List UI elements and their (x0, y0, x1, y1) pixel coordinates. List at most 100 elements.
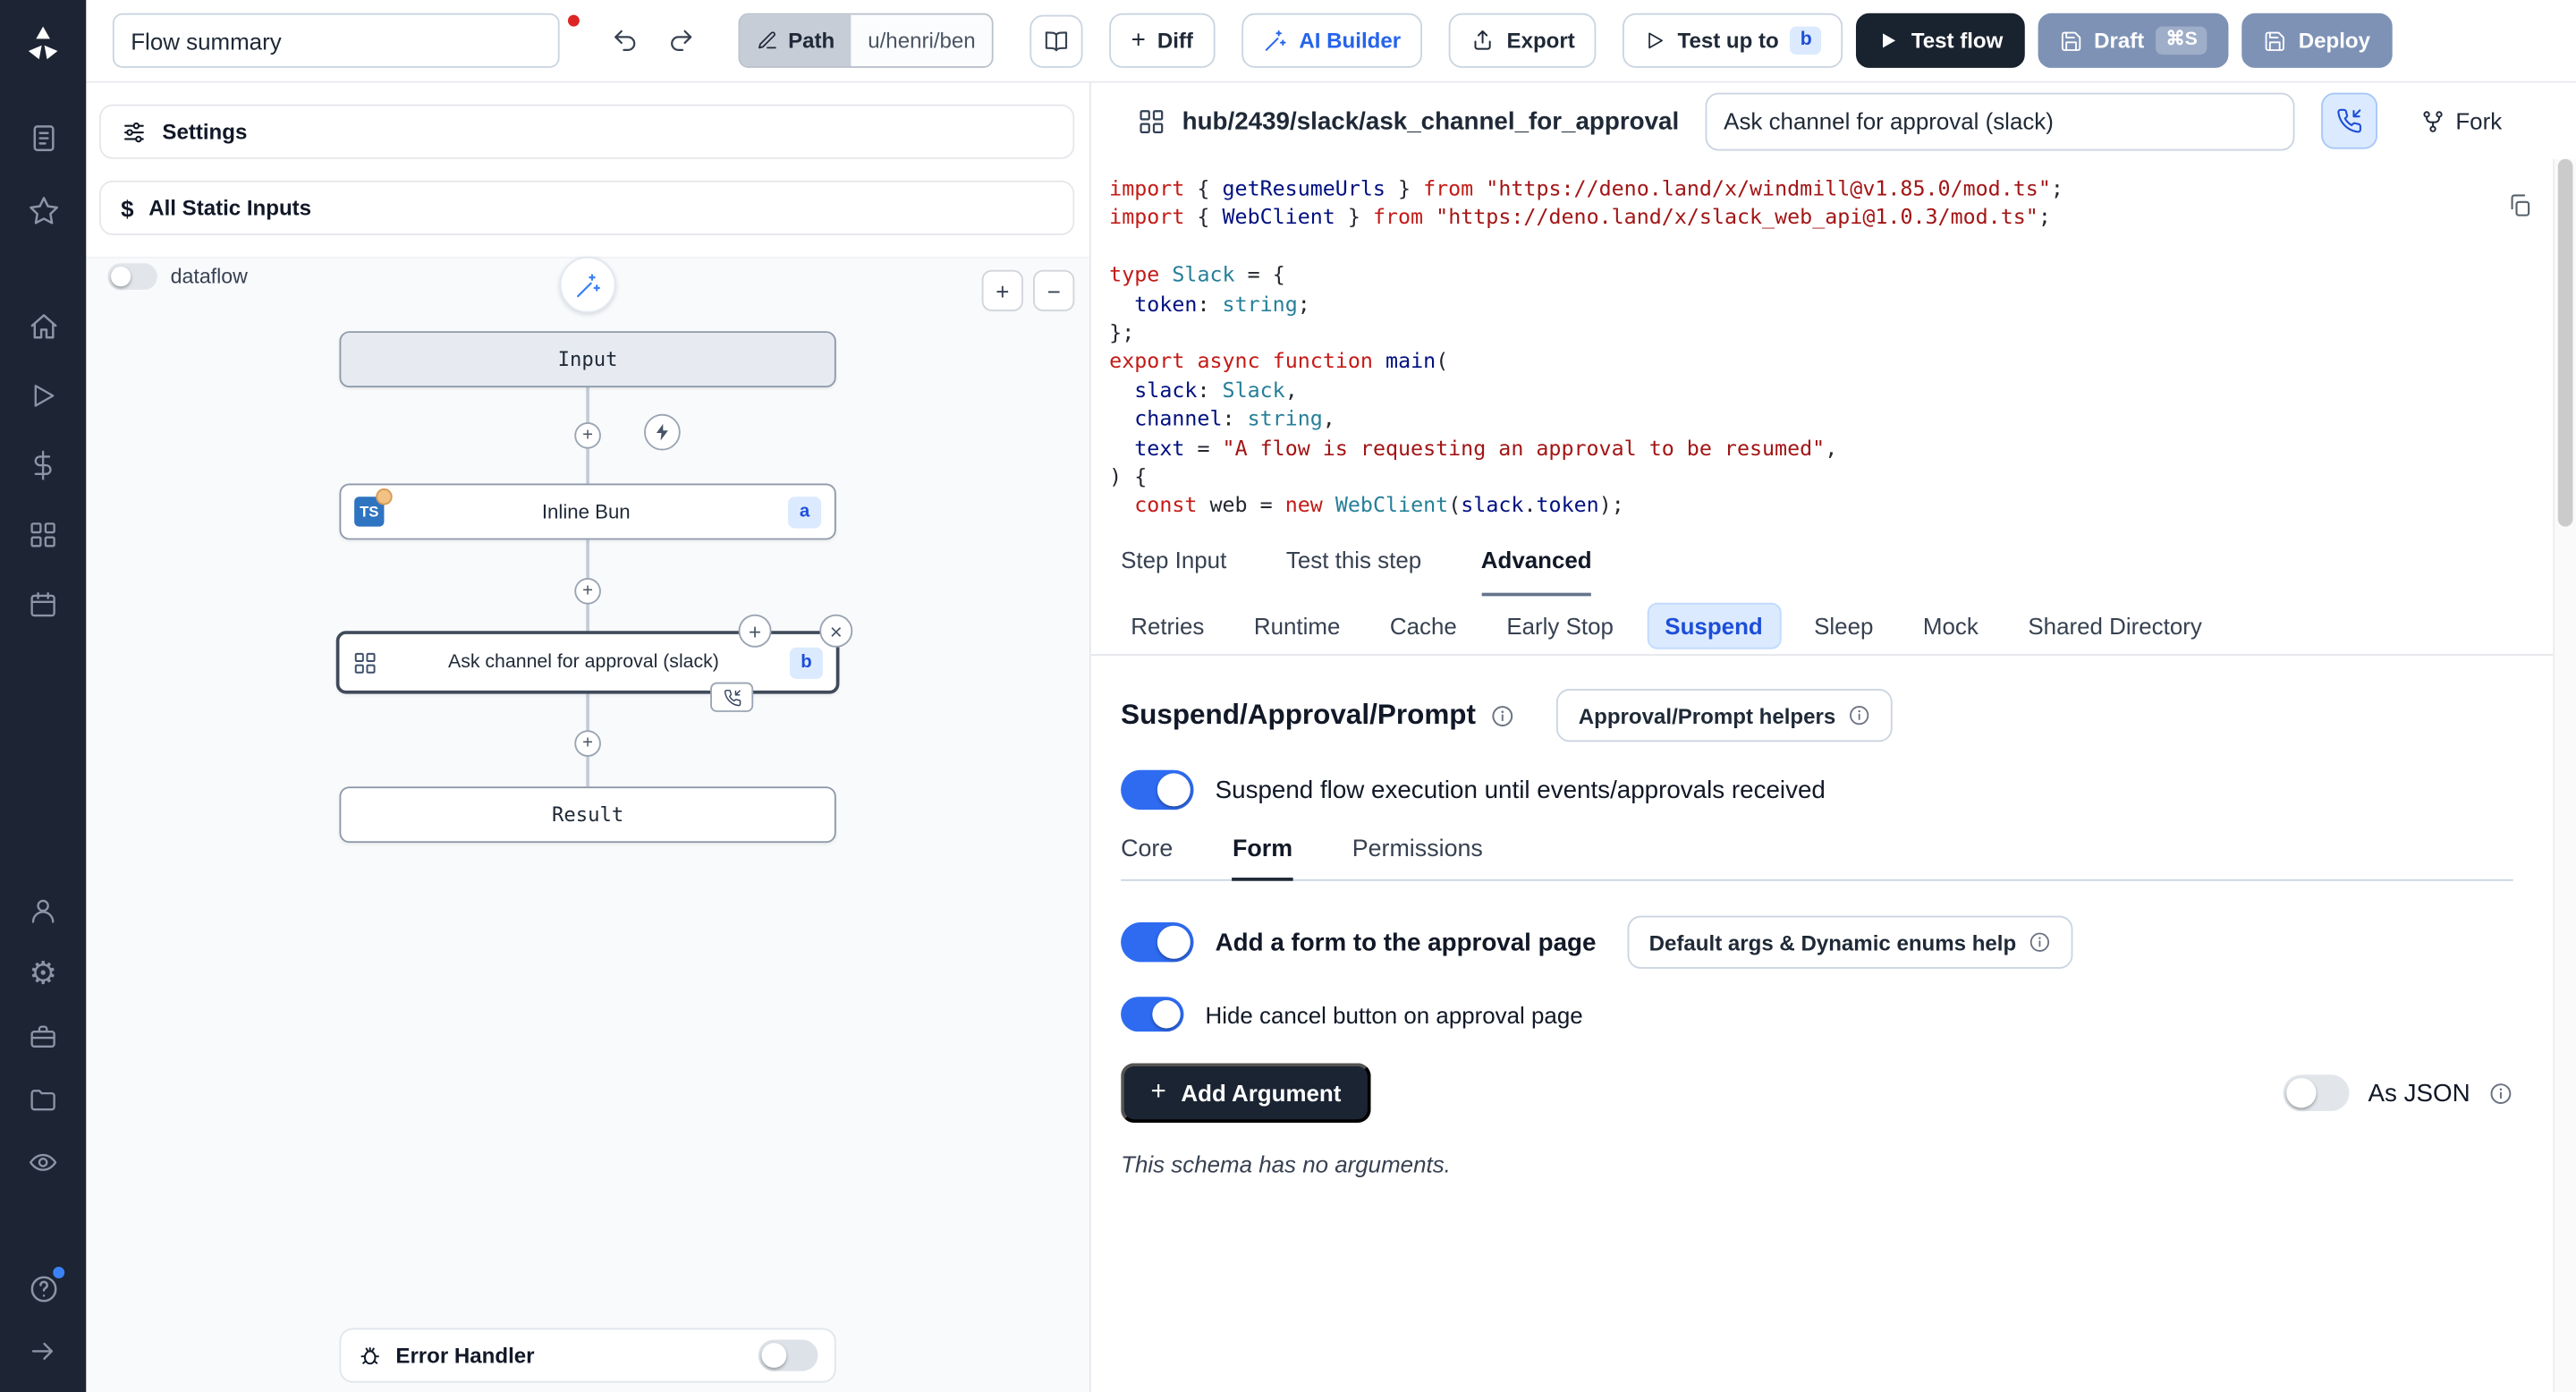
info-icon[interactable] (1491, 703, 1516, 728)
suspend-mode-button[interactable] (2321, 93, 2377, 149)
export-icon (1470, 28, 1496, 53)
ai-builder-button[interactable]: AI Builder (1241, 13, 1423, 68)
windmill-logo[interactable] (21, 20, 64, 63)
home-icon[interactable] (25, 308, 62, 344)
add-branch-button[interactable]: + (739, 615, 772, 648)
tab-mock[interactable]: Mock (1906, 604, 1995, 647)
sliders-icon (121, 118, 148, 145)
insert-step-button[interactable]: + (574, 422, 601, 449)
as-json-toggle[interactable] (2284, 1074, 2350, 1111)
suspend-sub-tab-bar: Core Form Permissions (1121, 836, 2513, 881)
add-argument-button[interactable]: + Add Argument (1121, 1063, 1371, 1123)
advanced-tab-bar: Retries Runtime Cache Early Stop Suspend… (1091, 596, 2553, 656)
default-args-help-button[interactable]: Default args & Dynamic enums help (1628, 916, 2073, 969)
audit-eye-icon[interactable] (25, 1144, 62, 1181)
node-inline-bun[interactable]: TS Inline Bun a (339, 483, 835, 539)
tab-step-input[interactable]: Step Input (1121, 547, 1226, 597)
error-handler-row[interactable]: Error Handler (339, 1328, 835, 1383)
runs-icon[interactable] (25, 378, 62, 414)
plus-icon: + (1131, 27, 1146, 55)
step-header: hub/2439/slack/ask_channel_for_approval … (1091, 83, 2576, 159)
star-icon[interactable] (25, 192, 62, 229)
tab-test-this-step[interactable]: Test this step (1286, 547, 1421, 597)
help-icon[interactable] (25, 1270, 62, 1307)
tab-advanced[interactable]: Advanced (1481, 547, 1592, 597)
insert-step-button[interactable]: + (574, 578, 601, 605)
gear-icon[interactable]: ⚙ (25, 955, 62, 992)
expand-sidebar-icon[interactable] (25, 1333, 62, 1370)
tab-runtime[interactable]: Runtime (1237, 604, 1357, 647)
error-handler-label: Error Handler (395, 1343, 534, 1368)
scrollbar-thumb[interactable] (2558, 159, 2573, 527)
fork-button[interactable]: Fork (2420, 107, 2502, 134)
add-form-toggle[interactable] (1121, 922, 1193, 962)
error-handler-toggle[interactable] (758, 1339, 818, 1371)
journal-icon[interactable] (25, 119, 62, 156)
all-static-inputs-button[interactable]: $ All Static Inputs (99, 181, 1074, 235)
node-result[interactable]: Result (339, 786, 835, 843)
zoom-out-button[interactable]: − (1033, 270, 1074, 311)
fork-icon (2420, 108, 2445, 133)
step-hub-path: hub/2439/slack/ask_channel_for_approval (1182, 106, 1680, 134)
dataflow-label: dataflow (171, 265, 248, 288)
redo-button[interactable] (656, 16, 706, 66)
flow-graph-pane: Settings $ All Static Inputs dataflow + … (86, 83, 1091, 1392)
tab-shared-directory[interactable]: Shared Directory (2012, 604, 2218, 647)
scrollbar-track[interactable] (2553, 159, 2576, 1392)
undo-button[interactable] (599, 16, 649, 66)
resources-icon[interactable] (25, 517, 62, 554)
hide-cancel-toggle[interactable] (1121, 997, 1183, 1031)
step-editor-pane: hub/2439/slack/ask_channel_for_approval … (1091, 83, 2576, 1392)
draft-button[interactable]: Draft ⌘S (2038, 13, 2229, 68)
step-id-badge: a (788, 496, 821, 527)
hub-icon (1138, 106, 1165, 134)
info-icon[interactable] (2488, 1081, 2513, 1106)
deploy-button[interactable]: Deploy (2242, 13, 2392, 68)
test-up-to-button[interactable]: Test up to b (1623, 13, 1843, 68)
schedules-icon[interactable] (25, 586, 62, 623)
diff-button[interactable]: + Diff (1110, 13, 1215, 68)
code-editor[interactable]: import { getResumeUrls } from "https://d… (1091, 159, 2553, 547)
export-button[interactable]: Export (1449, 13, 1597, 68)
delete-step-button[interactable]: × (819, 615, 852, 648)
docs-book-button[interactable] (1030, 14, 1083, 67)
copy-icon (2506, 192, 2533, 219)
tab-cache[interactable]: Cache (1373, 604, 1473, 647)
topbar: Path u/henri/ben + Diff AI Builder Expor… (86, 0, 2576, 83)
tab-core[interactable]: Core (1121, 836, 1173, 881)
tab-permissions[interactable]: Permissions (1352, 836, 1483, 881)
as-json-label: As JSON (2368, 1079, 2470, 1107)
ai-flow-builder-button[interactable] (560, 257, 616, 313)
path-segmented-control[interactable]: Path u/henri/ben (739, 13, 994, 68)
save-icon (2059, 29, 2082, 52)
flow-settings-button[interactable]: Settings (99, 105, 1074, 159)
tab-form[interactable]: Form (1233, 836, 1292, 881)
path-segment: Path (740, 15, 851, 66)
windmill-flow-editor: ⚙ Path u/h (0, 0, 2576, 1392)
workers-icon[interactable] (25, 1018, 62, 1055)
trigger-bolt-button[interactable] (644, 414, 681, 451)
draft-shortcut-badge: ⌘S (2156, 27, 2207, 55)
folder-icon[interactable] (25, 1082, 62, 1118)
node-input[interactable]: Input (339, 331, 835, 387)
zoom-in-button[interactable]: + (982, 270, 1023, 311)
approval-helpers-button[interactable]: Approval/Prompt helpers (1557, 689, 1892, 742)
tab-early-stop[interactable]: Early Stop (1490, 604, 1631, 647)
dollar-icon: $ (121, 194, 133, 221)
variables-icon[interactable] (25, 447, 62, 484)
step-name-input[interactable] (1706, 92, 2295, 150)
bolt-icon (652, 422, 672, 442)
insert-step-button[interactable]: + (574, 730, 601, 757)
flow-summary-input[interactable] (113, 13, 560, 68)
save-icon (2264, 29, 2287, 52)
tab-retries[interactable]: Retries (1114, 604, 1221, 647)
dataflow-toggle[interactable] (107, 263, 157, 290)
tab-suspend[interactable]: Suspend (1647, 602, 1781, 649)
test-flow-button[interactable]: Test flow (1857, 13, 2025, 68)
tab-sleep[interactable]: Sleep (1798, 604, 1890, 647)
suspend-toggle[interactable] (1121, 770, 1193, 810)
user-icon[interactable] (25, 893, 62, 929)
wand-icon (1263, 28, 1288, 53)
copy-code-button[interactable] (2506, 192, 2533, 219)
add-form-label: Add a form to the approval page (1216, 928, 1597, 955)
